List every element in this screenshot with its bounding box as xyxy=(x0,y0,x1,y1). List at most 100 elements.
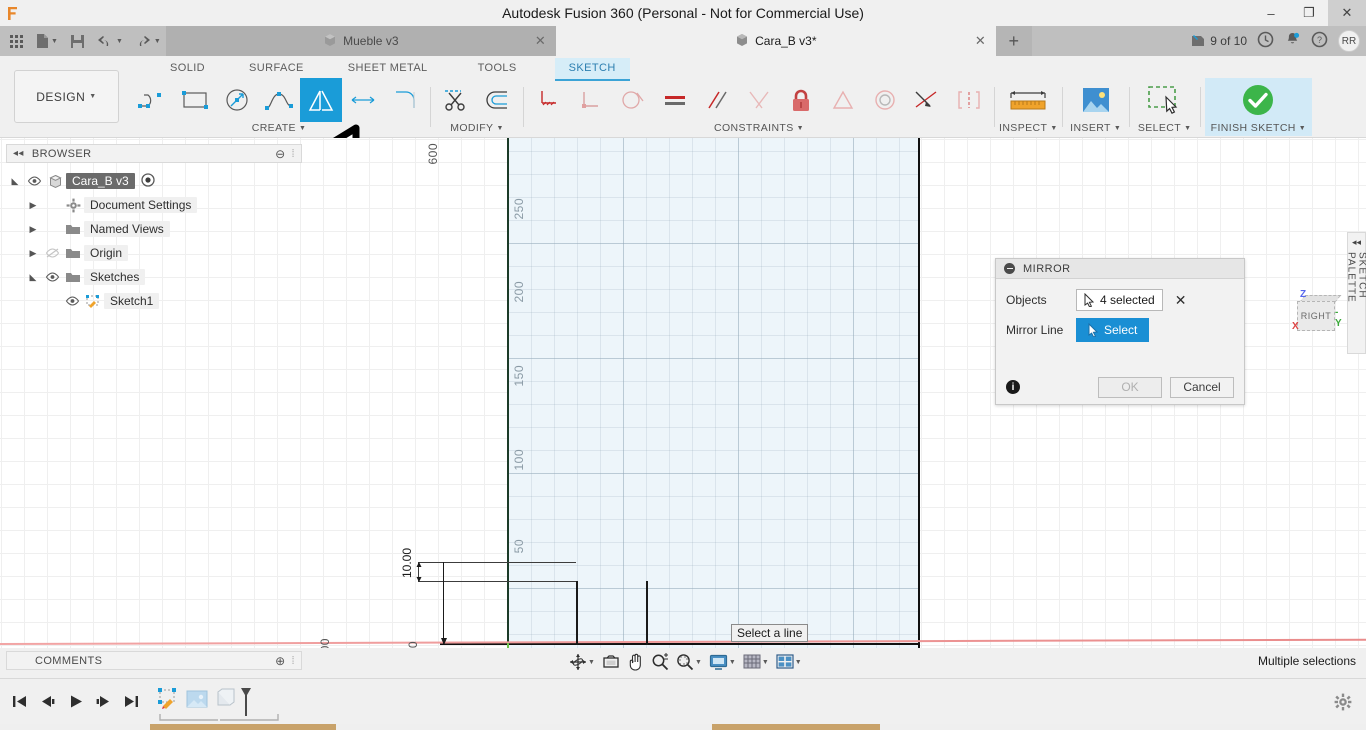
visibility-eye-icon[interactable] xyxy=(42,272,62,282)
view-cube-front-face[interactable]: RIGHT xyxy=(1297,301,1335,331)
chevron-down-icon[interactable]: ▼ xyxy=(116,38,123,45)
timeline-feature-body[interactable] xyxy=(212,687,238,711)
ribbon-tab-surface[interactable]: SURFACE xyxy=(235,58,318,79)
comments-panel[interactable]: COMMENTS ⊕ ⁞ xyxy=(6,651,302,670)
ribbon-tab-sheet-metal[interactable]: SHEET METAL xyxy=(334,58,442,79)
minimize-button[interactable]: – xyxy=(1252,0,1290,26)
visibility-eye-icon[interactable] xyxy=(62,296,82,306)
mirror-objects-field[interactable]: 4 selected xyxy=(1076,289,1163,311)
activate-component-icon[interactable] xyxy=(141,172,155,190)
parallel-constraint[interactable] xyxy=(696,78,738,122)
ribbon-group-label-insert[interactable]: INSERT ▼ xyxy=(1070,122,1121,134)
maximize-button[interactable]: ❐ xyxy=(1290,0,1328,26)
equal-constraint[interactable] xyxy=(654,78,696,122)
browser-grip[interactable]: ⁞ xyxy=(292,148,295,160)
new-file-button[interactable]: ▼ xyxy=(31,28,63,54)
lock-constraint[interactable] xyxy=(780,78,822,122)
collapse-dialog-icon[interactable] xyxy=(1004,263,1015,274)
symmetry-constraint[interactable] xyxy=(822,78,864,122)
chevron-down-icon[interactable]: ▼ xyxy=(1114,125,1121,132)
chevron-down-icon[interactable]: ▼ xyxy=(1184,125,1191,132)
workspace-selector[interactable]: DESIGN ▼ xyxy=(14,70,119,123)
close-icon[interactable]: ✕ xyxy=(535,33,546,49)
pan-button[interactable] xyxy=(624,651,647,673)
fillet-tool[interactable] xyxy=(384,78,426,122)
document-tab-mueble[interactable]: Mueble v3 ✕ xyxy=(165,26,556,56)
timeline-step-back-button[interactable] xyxy=(34,688,60,716)
measure-tool[interactable] xyxy=(1000,78,1056,122)
collapse-icon[interactable]: ◂◂ xyxy=(13,148,24,159)
close-icon[interactable]: ✕ xyxy=(975,33,986,49)
notifications-bell-icon[interactable] xyxy=(1284,31,1301,51)
browser-item-named-views[interactable]: ▶ Named Views xyxy=(6,217,302,241)
rectangle-tool[interactable] xyxy=(174,78,216,122)
chevron-down-icon[interactable]: ▼ xyxy=(588,659,595,666)
chevron-down-icon[interactable]: ▼ xyxy=(1050,125,1057,132)
timeline-feature-canvas-image[interactable] xyxy=(184,687,210,711)
ribbon-group-finish-sketch[interactable]: FINISH SKETCH ▼ xyxy=(1204,78,1313,136)
chevron-down-icon[interactable]: ▼ xyxy=(1299,125,1306,132)
document-tab-carab[interactable]: Cara_B v3* ✕ xyxy=(555,26,996,56)
concentric-constraint[interactable] xyxy=(864,78,906,122)
ribbon-group-label-inspect[interactable]: INSPECT ▼ xyxy=(999,122,1058,134)
offset-tool[interactable] xyxy=(477,78,519,122)
app-grid-button[interactable] xyxy=(4,28,29,54)
timeline-play-button[interactable] xyxy=(62,688,88,716)
timeline-go-to-beginning-button[interactable] xyxy=(6,688,32,716)
chevron-down-icon[interactable]: ▼ xyxy=(797,125,804,132)
ribbon-tab-solid[interactable]: SOLID xyxy=(156,58,219,79)
timeline-feature-sketch1[interactable] xyxy=(156,687,182,711)
profile-line-left[interactable] xyxy=(576,581,578,645)
visibility-off-icon[interactable] xyxy=(42,248,62,258)
mirror-tool[interactable] xyxy=(300,78,342,122)
finish-sketch-button[interactable] xyxy=(1213,78,1303,122)
midpoint-constraint[interactable] xyxy=(948,78,990,122)
orbit-button[interactable]: ▼ xyxy=(566,651,598,673)
select-tool[interactable] xyxy=(1134,78,1196,122)
expander-closed-icon[interactable]: ▶ xyxy=(24,224,42,235)
ok-button[interactable]: OK xyxy=(1098,376,1162,398)
ribbon-group-label-constraints[interactable]: CONSTRAINTS ▼ xyxy=(714,122,804,134)
job-status[interactable]: 9 of 10 xyxy=(1190,34,1247,48)
expander-closed-icon[interactable]: ▶ xyxy=(24,248,42,259)
chevron-down-icon[interactable]: ▼ xyxy=(154,38,161,45)
insert-image-tool[interactable] xyxy=(1067,78,1125,122)
grid-snaps-button[interactable]: ▼ xyxy=(740,651,772,673)
browser-item-sketches[interactable]: ◣ Sketches xyxy=(6,265,302,289)
circle-tool[interactable] xyxy=(216,78,258,122)
fix-unfix-constraint[interactable] xyxy=(528,78,570,122)
ribbon-group-label-select[interactable]: SELECT ▼ xyxy=(1138,122,1192,134)
mirror-dialog[interactable]: MIRROR Objects 4 selected ✕ Mirror Line … xyxy=(995,258,1245,405)
add-comment-icon[interactable]: ⊕ xyxy=(275,654,285,668)
display-settings-button[interactable]: ▼ xyxy=(706,651,739,673)
profile-line-mid[interactable] xyxy=(646,581,648,645)
help-icon[interactable]: ? xyxy=(1311,31,1328,51)
browser-item-document-settings[interactable]: ▶ Document Settings xyxy=(6,193,302,217)
browser-item-sketch1[interactable]: Sketch1 xyxy=(6,289,302,313)
browser-item-component[interactable]: ◣ Cara_B v3 xyxy=(6,169,302,193)
browser-options-icon[interactable]: ⊖ xyxy=(275,147,285,161)
trim-tool[interactable] xyxy=(435,78,477,122)
ribbon-group-label-finish-sketch[interactable]: FINISH SKETCH ▼ xyxy=(1211,122,1306,134)
recent-activity-icon[interactable] xyxy=(1257,31,1274,51)
avatar[interactable]: RR xyxy=(1338,30,1360,52)
close-button[interactable]: ✕ xyxy=(1328,0,1366,26)
zoom-button[interactable] xyxy=(648,651,672,673)
look-at-button[interactable] xyxy=(599,651,623,673)
view-cube[interactable]: RIGHT Z X -Y xyxy=(1292,289,1342,335)
ribbon-tab-tools[interactable]: TOOLS xyxy=(464,58,531,79)
clear-selection-icon[interactable]: ✕ xyxy=(1175,292,1187,309)
comments-grip[interactable]: ⁞ xyxy=(292,655,295,667)
chevron-down-icon[interactable]: ▼ xyxy=(695,659,702,666)
expander-closed-icon[interactable]: ▶ xyxy=(24,200,42,211)
collapse-icon[interactable]: ◂◂ xyxy=(1352,237,1361,248)
ribbon-group-label-create[interactable]: CREATE ▼ xyxy=(252,122,307,134)
info-icon[interactable]: i xyxy=(1006,380,1020,394)
chevron-down-icon[interactable]: ▼ xyxy=(496,125,503,132)
chevron-down-icon[interactable]: ▼ xyxy=(795,659,802,666)
fit-button[interactable]: ▼ xyxy=(673,651,705,673)
curvature-constraint[interactable] xyxy=(906,78,948,122)
line-tool[interactable] xyxy=(132,78,174,122)
chevron-down-icon[interactable]: ▼ xyxy=(762,659,769,666)
expander-open-icon[interactable]: ◣ xyxy=(24,272,42,283)
